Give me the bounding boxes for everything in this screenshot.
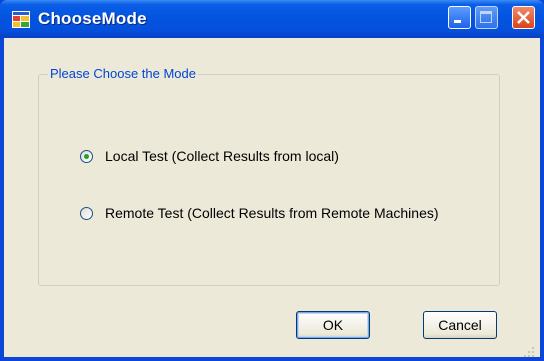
resize-grip-icon[interactable] [523,346,535,358]
title-bar[interactable]: ChooseMode [0,0,544,38]
minimize-button[interactable] [448,6,471,29]
remote-test-label: Remote Test (Collect Results from Remote… [105,205,439,221]
window-title: ChooseMode [38,9,147,28]
remote-test-radio[interactable] [80,206,93,220]
close-button[interactable] [512,6,535,29]
window-app-icon [12,11,30,28]
local-test-option[interactable]: Local Test (Collect Results from local) [80,148,339,164]
radio-selected-dot [84,153,89,159]
minimize-icon [454,20,461,23]
mode-groupbox: Please Choose the Mode Local Test (Colle… [38,66,500,286]
maximize-icon [480,11,492,23]
choose-mode-dialog: ChooseMode Please Choose the Mode Local … [0,0,544,361]
remote-test-option[interactable]: Remote Test (Collect Results from Remote… [80,205,439,221]
close-icon [517,11,530,24]
dialog-body: Please Choose the Mode Local Test (Colle… [4,38,540,357]
cancel-button[interactable]: Cancel [423,311,497,339]
local-test-radio[interactable] [80,149,93,163]
maximize-button[interactable] [475,6,498,29]
local-test-label: Local Test (Collect Results from local) [105,148,339,164]
ok-button[interactable]: OK [296,311,370,339]
groupbox-label: Please Choose the Mode [48,66,198,81]
